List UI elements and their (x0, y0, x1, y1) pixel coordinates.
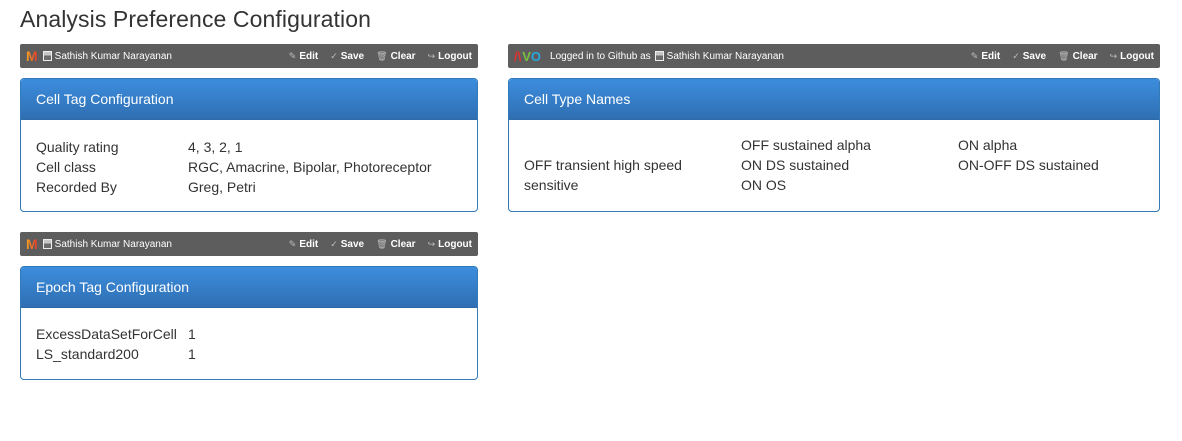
cell-type-toolbar: /\ V O Logged in to Github as Sathish Ku… (508, 44, 1160, 68)
logout-button[interactable]: ↪ Logout (428, 239, 472, 250)
cell-tag-toolbar: M Sathish Kumar Narayanan ✎ Edit ✓ Save 🗑 C… (20, 44, 478, 68)
list-item: ON alpha (958, 137, 1018, 153)
user-name: Sathish Kumar Narayanan (666, 50, 784, 62)
epoch-tag-panel: Epoch Tag Configuration ExcessDataSetFor… (20, 266, 478, 380)
pencil-icon: ✎ (288, 238, 297, 249)
check-icon: ✓ (1012, 50, 1020, 61)
panel-title: Epoch Tag Configuration (21, 267, 477, 308)
avatar (42, 51, 52, 61)
cell-tag-table: Quality rating 4, 3, 2, 1 Cell class RGC… (36, 137, 432, 197)
epoch-tag-toolbar: M Sathish Kumar Narayanan ✎ Edit ✓ Save 🗑 C… (20, 232, 478, 256)
table-row: ExcessDataSetForCell 1 (36, 324, 196, 344)
clear-button[interactable]: 🗑 Clear (1058, 51, 1097, 62)
check-icon: ✓ (330, 50, 338, 61)
row-key: Recorded By (36, 179, 117, 195)
list-item: ON OS (741, 177, 787, 193)
trash-icon: 🗑 (376, 238, 388, 249)
table-row: Recorded By Greg, Petri (36, 177, 432, 197)
row-key: LS_standard200 (36, 346, 139, 362)
user-name: Sathish Kumar Narayanan (54, 238, 172, 250)
row-value: RGC, Amacrine, Bipolar, Photoreceptor (188, 159, 432, 175)
save-button[interactable]: ✓ Save (1012, 51, 1046, 62)
logout-icon: ↪ (1109, 50, 1118, 61)
pencil-icon: ✎ (288, 50, 297, 61)
app-logo: M (26, 48, 38, 64)
edit-button[interactable]: ✎ Edit (971, 51, 1000, 62)
user-info: Sathish Kumar Narayanan (42, 238, 172, 250)
logout-icon: ↪ (427, 238, 436, 249)
logout-button[interactable]: ↪ Logout (1110, 51, 1154, 62)
trash-icon: 🗑 (376, 50, 388, 61)
panel-title: Cell Type Names (509, 79, 1159, 120)
login-status: Logged in to Github as (550, 50, 651, 62)
clear-button[interactable]: 🗑 Clear (376, 51, 415, 62)
check-icon: ✓ (330, 238, 338, 249)
panel-title: Cell Tag Configuration (21, 79, 477, 120)
cell-type-list: OFF sustained alpha ON alpha OFF transie… (524, 120, 1144, 195)
epoch-tag-table: ExcessDataSetForCell 1 LS_standard200 1 (36, 324, 196, 364)
list-item: ON DS sustained (741, 157, 850, 173)
row-value: Greg, Petri (188, 179, 256, 195)
row-key: Quality rating (36, 139, 119, 155)
pencil-icon: ✎ (970, 50, 979, 61)
cell-tag-panel: Cell Tag Configuration Quality rating 4,… (20, 78, 478, 212)
table-row: LS_standard200 1 (36, 344, 196, 364)
clear-button[interactable]: 🗑 Clear (376, 239, 415, 250)
table-row: Cell class RGC, Amacrine, Bipolar, Photo… (36, 157, 432, 177)
avatar (654, 51, 664, 61)
edit-button[interactable]: ✎ Edit (289, 239, 318, 250)
list-item: sensitive (524, 177, 579, 193)
row-value: 1 (188, 346, 196, 362)
table-row: Quality rating 4, 3, 2, 1 (36, 137, 432, 157)
avatar (42, 239, 52, 249)
app-logo: /\ V O (514, 48, 542, 64)
edit-button[interactable]: ✎ Edit (289, 51, 318, 62)
row-key: Cell class (36, 159, 96, 175)
save-button[interactable]: ✓ Save (330, 51, 364, 62)
user-info: Sathish Kumar Narayanan (42, 50, 172, 62)
user-info: Sathish Kumar Narayanan (654, 50, 784, 62)
row-value: 1 (188, 326, 196, 342)
logout-icon: ↪ (427, 50, 436, 61)
save-button[interactable]: ✓ Save (330, 239, 364, 250)
list-item: ON-OFF DS sustained (958, 157, 1099, 173)
list-item: OFF transient high speed (524, 157, 682, 173)
row-value: 4, 3, 2, 1 (188, 139, 243, 155)
list-item: OFF sustained alpha (741, 137, 871, 153)
page-title: Analysis Preference Configuration (20, 6, 372, 32)
cell-type-panel: Cell Type Names OFF sustained alpha ON a… (508, 78, 1160, 212)
trash-icon: 🗑 (1058, 50, 1070, 61)
logout-button[interactable]: ↪ Logout (428, 51, 472, 62)
app-logo: M (26, 236, 38, 252)
row-key: ExcessDataSetForCell (36, 326, 177, 342)
user-name: Sathish Kumar Narayanan (54, 50, 172, 62)
